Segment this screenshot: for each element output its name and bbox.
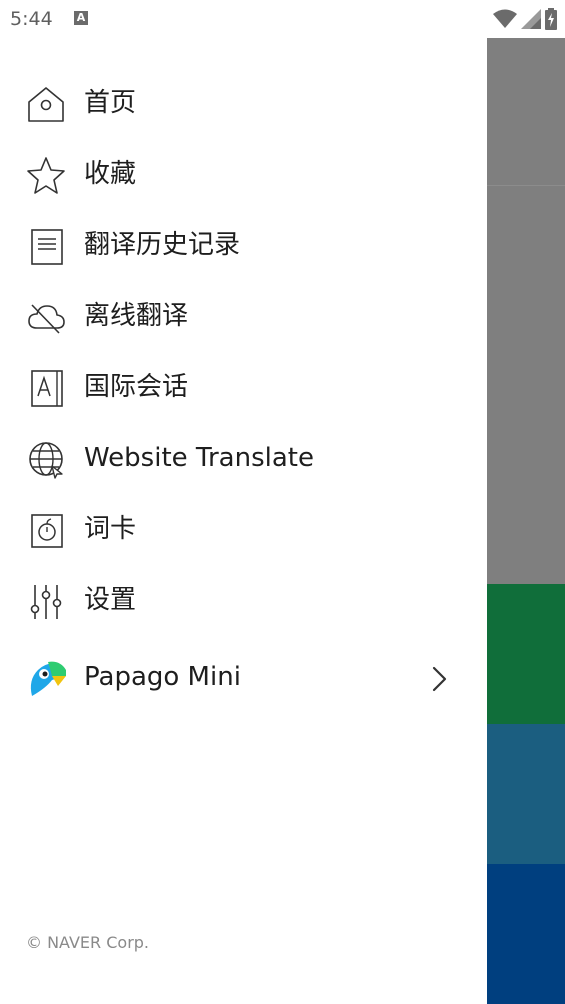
menu-item-translation-history[interactable]: 翻译历史记录: [0, 214, 487, 274]
document-icon: [31, 229, 63, 265]
menu-item-label: Website Translate: [84, 443, 314, 473]
status-icons: [493, 8, 557, 30]
status-bar: 5:44 A: [0, 0, 565, 38]
globe-icon: [29, 442, 63, 479]
menu-item-favorites[interactable]: 收藏: [0, 143, 487, 203]
notification-icon: A: [74, 11, 88, 25]
menu-item-papago-mini[interactable]: Papago Mini: [0, 646, 487, 706]
menu-item-label: 首页: [84, 88, 137, 118]
cloud-off-icon: [28, 304, 65, 334]
sliders-icon: [30, 585, 62, 619]
wifi-icon: [493, 9, 517, 28]
background-band-green: [487, 584, 565, 724]
phrasebook-icon: [31, 370, 63, 407]
background-band-navy: [487, 864, 565, 1004]
battery-icon: [545, 8, 557, 30]
background-band-teal: [487, 724, 565, 864]
home-icon: [28, 87, 64, 122]
menu-item-label: 离线翻译: [84, 301, 189, 331]
menu-item-label: 翻译历史记录: [84, 230, 241, 260]
menu-item-conversations[interactable]: 国际会话: [0, 356, 487, 416]
menu-item-label: 词卡: [84, 514, 137, 544]
menu-item-home[interactable]: 首页: [0, 72, 487, 132]
copyright-footer: © NAVER Corp.: [26, 933, 150, 952]
word-card-icon: [31, 514, 63, 548]
navigation-drawer: 首页 收藏 翻译历史记录 离线翻译 国际会话 Website Translate…: [0, 38, 487, 1004]
menu-item-label: 收藏: [84, 159, 137, 189]
signal-icon: [521, 9, 541, 29]
status-time: 5:44: [10, 8, 53, 30]
scrim-divider: [487, 185, 565, 186]
menu-item-word-card[interactable]: 词卡: [0, 498, 487, 558]
chevron-right-icon: [432, 666, 447, 692]
background-scrim[interactable]: [487, 38, 565, 1004]
menu-item-offline-translation[interactable]: 离线翻译: [0, 285, 487, 345]
papago-parrot-icon: [30, 661, 66, 696]
star-icon: [27, 157, 65, 194]
menu-item-website-translate[interactable]: Website Translate: [0, 427, 487, 487]
menu-item-label: 国际会话: [84, 372, 189, 402]
menu-item-settings[interactable]: 设置: [0, 569, 487, 629]
menu-item-label: Papago Mini: [84, 662, 241, 692]
menu-item-label: 设置: [84, 585, 137, 615]
